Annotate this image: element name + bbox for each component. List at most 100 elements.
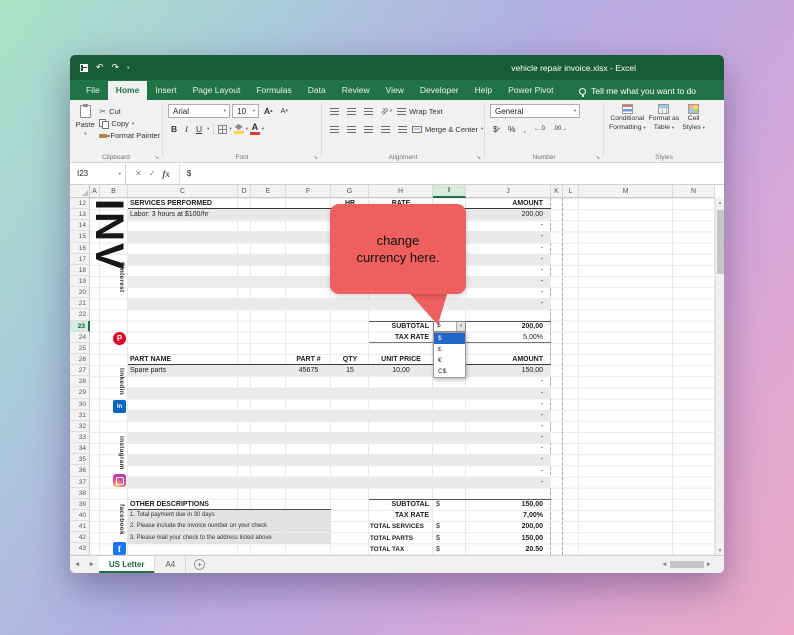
align-top-button[interactable]: [327, 107, 342, 116]
column-header[interactable]: A: [90, 185, 100, 198]
ribbon-tab[interactable]: Formulas: [248, 81, 299, 100]
undo-icon[interactable]: ↶: [96, 63, 104, 72]
currency-dropdown-list[interactable]: $£€C$: [433, 332, 466, 378]
select-all-button[interactable]: [70, 185, 90, 198]
dialog-launcher-icon[interactable]: ↘: [313, 154, 318, 161]
column-header[interactable]: H: [369, 185, 433, 198]
row-header[interactable]: 28: [70, 376, 90, 387]
spreadsheet-grid[interactable]: INV Pinterest P linkedin in instagram fa…: [90, 198, 715, 555]
cell-totalparts-value[interactable]: 150,00: [466, 533, 547, 544]
sheet-nav-right-icon[interactable]: ►: [84, 561, 98, 568]
dialog-launcher-icon[interactable]: ↘: [154, 154, 159, 161]
redo-icon[interactable]: ↷: [112, 63, 120, 72]
cell-part-amount[interactable]: 150,00: [466, 365, 547, 376]
dropdown-arrow-button[interactable]: ▾: [456, 322, 465, 331]
cell-totalparts-currency[interactable]: $: [433, 533, 466, 544]
cancel-icon[interactable]: ✕: [135, 169, 142, 178]
scroll-up-icon[interactable]: ▲: [716, 198, 724, 207]
enter-icon[interactable]: ✓: [149, 169, 156, 178]
cell-part-qty[interactable]: 15: [331, 365, 369, 376]
cell-empty-amount[interactable]: -: [466, 220, 547, 231]
column-header[interactable]: I: [433, 185, 466, 198]
tell-me-box[interactable]: Tell me what you want to do: [579, 86, 696, 100]
cell-empty-amount[interactable]: -: [466, 477, 547, 488]
dropdown-option[interactable]: $: [434, 333, 465, 344]
decrease-indent-button[interactable]: [378, 125, 393, 134]
dialog-launcher-icon[interactable]: ↘: [595, 154, 600, 161]
dropdown-option[interactable]: €: [434, 355, 465, 366]
cell-taxrate2-label[interactable]: TAX RATE: [369, 510, 431, 521]
cell-subtotal2-currency[interactable]: $: [433, 499, 466, 510]
cell-partnum-header[interactable]: PART #: [286, 354, 331, 365]
cell-totalservices-value[interactable]: 200,00: [466, 521, 547, 532]
dialog-launcher-icon[interactable]: ↘: [476, 154, 481, 161]
qat-menu-button[interactable]: ▾: [127, 65, 129, 71]
row-header[interactable]: 43: [70, 543, 90, 554]
cell-subtotal-label[interactable]: SUBTOTAL: [369, 321, 431, 332]
row-header[interactable]: 14: [70, 220, 90, 231]
cell-taxrate-value[interactable]: 5,00%: [466, 332, 547, 343]
cell-empty-amount[interactable]: -: [466, 432, 547, 443]
orientation-button[interactable]: ab▾: [378, 107, 395, 116]
copy-button[interactable]: Copy▾: [99, 119, 160, 128]
increase-indent-button[interactable]: [395, 125, 410, 134]
ribbon-tab[interactable]: Power Pivot: [500, 81, 561, 100]
comma-style-button[interactable]: ,: [521, 122, 529, 136]
dropdown-option[interactable]: C$: [434, 366, 465, 377]
italic-button[interactable]: I: [182, 122, 191, 136]
percent-style-button[interactable]: %: [505, 122, 519, 136]
cell-subtotal2-label[interactable]: SUBTOTAL: [369, 499, 431, 510]
row-header[interactable]: 41: [70, 521, 90, 532]
column-header[interactable]: B: [100, 185, 128, 198]
cell-qty-header[interactable]: QTY: [331, 354, 369, 365]
sheet-tab-us-letter[interactable]: US Letter: [99, 556, 156, 573]
cell-note[interactable]: 1. Total payment due in 30 days: [128, 510, 331, 521]
format-as-table-button[interactable]: Format as Table ▾: [649, 104, 680, 150]
column-header[interactable]: M: [579, 185, 673, 198]
cell-empty-amount[interactable]: -: [466, 287, 547, 298]
row-header[interactable]: 25: [70, 343, 90, 354]
column-header[interactable]: J: [466, 185, 551, 198]
row-header[interactable]: 39: [70, 499, 90, 510]
align-bottom-button[interactable]: [361, 107, 376, 116]
scrollbar-thumb[interactable]: [670, 561, 704, 568]
row-header[interactable]: 19: [70, 276, 90, 287]
row-header[interactable]: 30: [70, 399, 90, 410]
row-header[interactable]: 21: [70, 298, 90, 309]
row-header[interactable]: 24: [70, 332, 90, 343]
cell-empty-amount[interactable]: -: [466, 276, 547, 287]
ribbon-tab[interactable]: View: [378, 81, 412, 100]
name-box[interactable]: I23▾: [70, 163, 126, 184]
column-header[interactable]: G: [331, 185, 369, 198]
cell-empty-amount[interactable]: -: [466, 399, 547, 410]
ribbon-tab[interactable]: Review: [334, 81, 378, 100]
increase-decimal-button[interactable]: ←.0: [531, 122, 548, 136]
cell-empty-amount[interactable]: -: [466, 454, 547, 465]
row-header[interactable]: 37: [70, 477, 90, 488]
row-header[interactable]: 18: [70, 265, 90, 276]
ribbon-tab[interactable]: Developer: [412, 81, 467, 100]
tab-file[interactable]: File: [78, 81, 108, 100]
fill-color-button[interactable]: [234, 124, 244, 134]
cell-totaltax-value[interactable]: 20.50: [466, 544, 547, 555]
dropdown-option[interactable]: £: [434, 344, 465, 355]
wrap-text-button[interactable]: Wrap Text: [397, 107, 443, 116]
format-painter-button[interactable]: Format Painter: [99, 131, 160, 140]
cell-note[interactable]: 2. Please include the invoice number on …: [128, 521, 331, 532]
cell-other-title[interactable]: OTHER DESCRIPTIONS: [128, 499, 238, 510]
row-header[interactable]: 42: [70, 532, 90, 543]
align-middle-button[interactable]: [344, 107, 359, 116]
conditional-formatting-button[interactable]: Conditional Formatting ▾: [609, 104, 646, 150]
cell-styles-button[interactable]: Cell Styles ▾: [682, 104, 705, 150]
cell-subtotal-value[interactable]: 200,00: [466, 321, 547, 332]
horizontal-scrollbar[interactable]: ◄ ►: [661, 561, 712, 568]
grow-font-button[interactable]: A▴: [261, 104, 276, 118]
cell-amount-header[interactable]: AMOUNT: [466, 198, 547, 209]
row-header[interactable]: 23: [70, 321, 90, 332]
cell-totaltax-currency[interactable]: $: [433, 544, 466, 555]
row-header[interactable]: 38: [70, 488, 90, 499]
row-header[interactable]: 31: [70, 410, 90, 421]
cell-partname-header[interactable]: PART NAME: [128, 354, 238, 365]
cell-empty-amount[interactable]: -: [466, 376, 547, 387]
underline-button[interactable]: U: [193, 122, 205, 136]
